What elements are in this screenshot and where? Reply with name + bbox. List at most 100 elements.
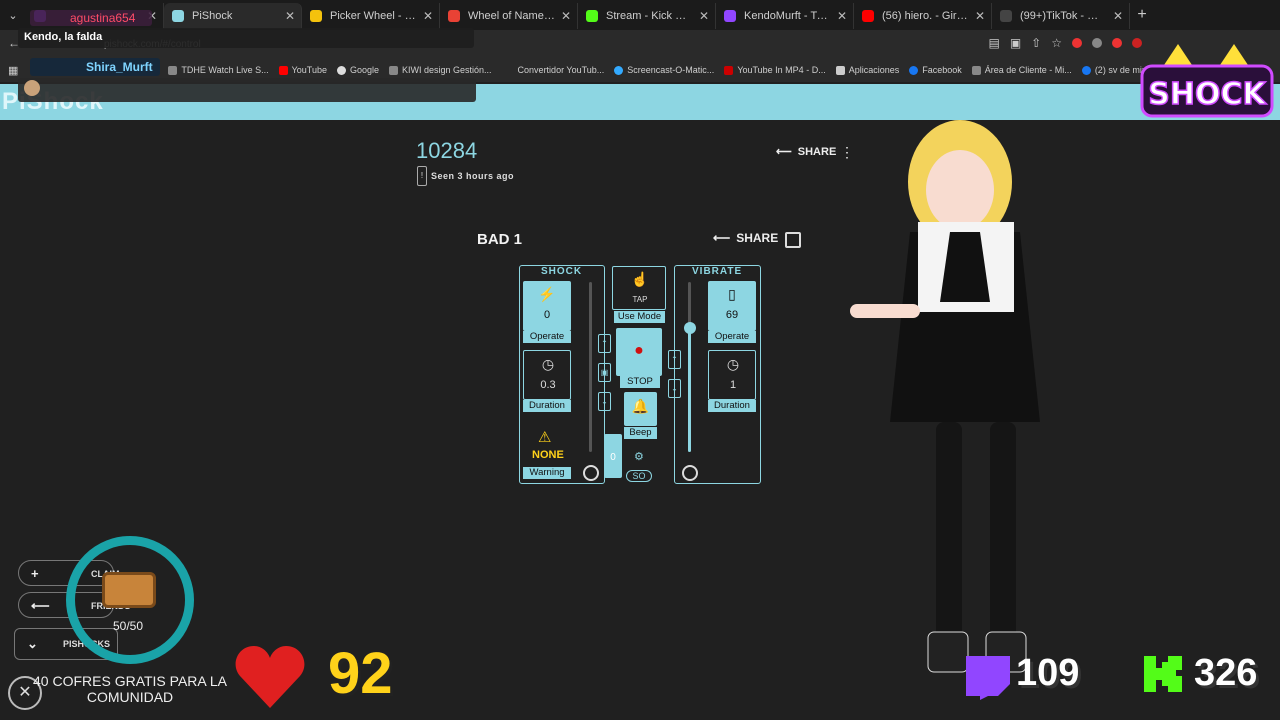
treasure-chest-icon[interactable] (102, 572, 156, 608)
google-icon (336, 65, 346, 75)
vibrate-slider-knob[interactable] (684, 321, 696, 334)
vibrate-duration-tile[interactable]: ◷ 1 (708, 350, 756, 400)
heart-count: 92 (328, 641, 393, 706)
new-tab-button[interactable]: + (1130, 6, 1154, 24)
tap-mode-tile[interactable]: ☝ TAP (612, 266, 666, 310)
close-tab-icon[interactable]: ✕ (561, 3, 571, 29)
bookmark-icon (389, 65, 398, 75)
bookmark-item[interactable]: YouTube (278, 65, 327, 75)
tab-kick-dashboard[interactable]: Stream - Kick Dashboard✕ (578, 3, 716, 29)
tab-tiktok[interactable]: (99+)TikTok - Make Your ✕ (992, 3, 1130, 29)
tab-youtube[interactable]: (56) hiero. - Girl's Last Gr✕ (854, 3, 992, 29)
operate-label[interactable]: Operate (708, 331, 756, 343)
vibrate-icon: ▯ (728, 286, 736, 302)
vibrate-slider-fill (688, 327, 691, 452)
tab-wheel-of-names[interactable]: Wheel of Names | Random✕ (440, 3, 578, 29)
gauge-icon[interactable] (583, 465, 599, 481)
shock-intensity-tile[interactable]: ⚡ 0 (523, 281, 571, 331)
stop-label[interactable]: STOP (620, 376, 660, 388)
chat-avatar (24, 80, 40, 96)
twitch-icon (966, 656, 1010, 700)
shock-duration-tile[interactable]: ◷ 0.3 (523, 350, 571, 400)
close-tab-icon[interactable]: ✕ (975, 3, 985, 29)
kick-icon (586, 10, 598, 22)
close-tab-icon[interactable]: ✕ (699, 3, 709, 29)
close-tab-icon[interactable]: ✕ (837, 3, 847, 29)
stop-button[interactable]: ● (616, 328, 662, 376)
clock-icon: ◷ (726, 356, 740, 372)
bookmark-item[interactable]: Facebook (909, 65, 962, 75)
share-page-icon[interactable]: ⇧ (1031, 36, 1041, 50)
screencast-icon (614, 65, 624, 75)
community-chests-text: 40 COFRES GRATIS PARA LA COMUNIDAD (33, 673, 227, 705)
extension-icon[interactable] (1112, 38, 1122, 48)
bookmark-item[interactable]: Aplicaciones (835, 65, 899, 75)
logo-ear-right (1218, 44, 1250, 68)
warning-label[interactable]: Warning (523, 467, 571, 479)
share-device-button[interactable]: ⟵ SHARE (776, 145, 836, 159)
warning-value[interactable]: NONE (532, 449, 564, 461)
duration-label[interactable]: Duration (708, 400, 756, 412)
settings-gear-icon[interactable]: ⚙ (634, 450, 644, 463)
bell-icon: 🔔 (631, 398, 650, 414)
increase-up-button[interactable]: ⌃ (598, 334, 611, 353)
extension-icon[interactable] (1072, 38, 1082, 48)
close-tab-icon[interactable]: ✕ (285, 3, 295, 29)
bookmark-item[interactable]: Screencast-O-Matic... (614, 65, 714, 75)
tab-picker-wheel[interactable]: Picker Wheel - Spin the W✕ (302, 3, 440, 29)
bookmark-item[interactable]: TDHE Watch Live S... (168, 65, 269, 75)
kick-icon (1144, 656, 1182, 692)
chat-username: Shira_Murft (30, 58, 160, 76)
bookmark-icon (168, 65, 178, 75)
facebook-icon (909, 65, 919, 75)
shocker-name: BAD 1 (477, 231, 523, 248)
warning-icon: ⚠ (538, 429, 552, 446)
plus-icon: + (31, 566, 39, 581)
youtube-icon (862, 10, 874, 22)
bookmark-item[interactable]: Área de Cliente - Mi... (971, 65, 1072, 75)
use-mode-label[interactable]: Use Mode (614, 311, 665, 323)
close-tab-icon[interactable]: ✕ (1113, 3, 1123, 29)
so-button[interactable]: SO (626, 470, 652, 482)
install-icon[interactable]: ▣ (1010, 36, 1021, 50)
bookmark-item[interactable]: Convertidor YouTub... (518, 65, 605, 75)
decrease-down-button[interactable]: ⌄ (598, 392, 611, 411)
extension-icon[interactable] (1092, 38, 1102, 48)
heart-shape (235, 646, 305, 708)
operate-label[interactable]: Operate (523, 331, 571, 343)
share-shocker-button[interactable]: ⟵ SHARE (713, 231, 778, 245)
bookmark-star-icon[interactable]: ☆ (1051, 36, 1062, 50)
close-tab-icon[interactable]: ✕ (423, 3, 433, 29)
random-button[interactable]: ▣ (598, 363, 611, 382)
beep-button[interactable]: 🔔 (624, 392, 657, 426)
tab-search-icon[interactable]: ⌄ (0, 9, 26, 22)
beep-label[interactable]: Beep (624, 427, 657, 439)
wheel-icon (448, 10, 460, 22)
bookmark-item[interactable]: YouTube In MP4 - D... (724, 65, 826, 75)
avatar-arm (850, 304, 920, 318)
share-icon: ⟵ (31, 598, 50, 613)
gauge-icon[interactable] (682, 465, 698, 481)
toolbar-icons: ▤ ▣ ⇧ ☆ (988, 36, 1142, 50)
status-badge: ! (417, 166, 427, 186)
bookmark-item[interactable]: KIWI design Gestión... (389, 65, 492, 75)
chat-username: agustina654 (30, 10, 152, 26)
select-shocker-checkbox[interactable] (785, 232, 801, 248)
tab-pishock[interactable]: PiShock ✕ (164, 3, 302, 29)
duration-label[interactable]: Duration (523, 400, 571, 412)
shock-zero-tile[interactable]: 0 (604, 434, 622, 478)
logo-text: SHOCK (1148, 77, 1267, 112)
vibrate-intensity-tile[interactable]: ▯ 69 (708, 281, 756, 331)
tiktok-icon (1000, 10, 1012, 22)
bookmark-item[interactable]: Google (336, 65, 379, 75)
vibrate-down-button[interactable]: ⌄ (668, 379, 681, 398)
apps-icon (835, 65, 845, 75)
translate-icon[interactable]: ▤ (988, 36, 999, 50)
vibrate-up-button[interactable]: ⌃ (668, 350, 681, 369)
tab-twitch[interactable]: KendoMurft - Twitch ✕ (716, 3, 854, 29)
screen: { "browser": { "tabs": [ {"label": "", "… (0, 0, 1280, 720)
vibrate-title: VIBRATE (692, 266, 743, 277)
shock-slider[interactable] (589, 282, 592, 452)
apps-grid-icon[interactable]: ▦ (8, 64, 18, 77)
facebook-icon (1081, 65, 1091, 75)
